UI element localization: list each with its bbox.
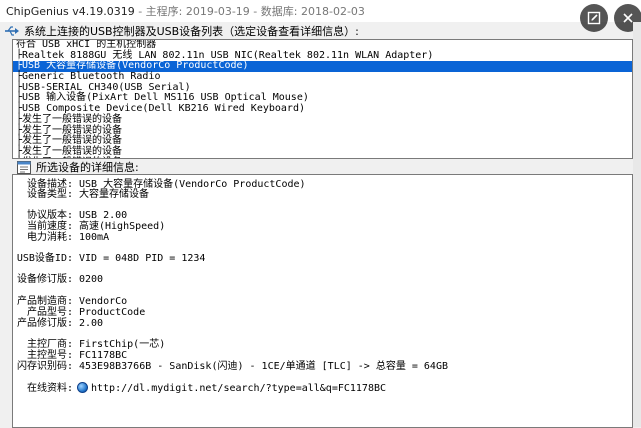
- detail-device-type: 设备类型: 大容量存储设备: [26, 189, 149, 200]
- tree-device-item[interactable]: ├发生了一般错误的设备: [13, 114, 632, 126]
- details-header: 所选设备的详细信息:: [0, 159, 139, 175]
- tree-device-item[interactable]: ├发生了一般错误的设备: [13, 146, 632, 158]
- details-icon: [16, 160, 32, 174]
- usb-icon: [4, 24, 20, 38]
- detail-online-info: 在线资料: http://dl.mydigit.net/search/?type=…: [26, 382, 387, 394]
- globe-icon: [77, 382, 88, 393]
- window-scrollbar[interactable]: [633, 22, 641, 427]
- app-name: ChipGenius v4.19.0319: [6, 5, 135, 18]
- detail-usb-id: USB设备ID: VID = 048D PID = 1234: [16, 253, 206, 264]
- detail-product-revision: 产品修订版: 2.00: [16, 318, 104, 329]
- device-tree[interactable]: 符合 USB xHCI 的主机控制器 ├Realtek 8188GU 无线 LAN…: [12, 39, 633, 159]
- device-details[interactable]: 设备描述: USB 大容量存储设备(VendorCo ProductCode) 设…: [12, 174, 633, 428]
- detail-revision: 设备修订版: 0200: [16, 274, 104, 285]
- online-info-link[interactable]: http://dl.mydigit.net/search/?type=all&q…: [91, 383, 386, 394]
- detail-power: 电力消耗: 100mA: [26, 232, 110, 243]
- build-date: 主程序: 2019-03-19: [145, 5, 250, 18]
- window-title: ChipGenius v4.19.0319 - 主程序: 2019-03-19 …: [6, 5, 365, 18]
- title-bar: ChipGenius v4.19.0319 - 主程序: 2019-03-19 …: [0, 0, 641, 22]
- device-list-header: 系统上连接的USB控制器及USB设备列表（选定设备查看详细信息）:: [0, 23, 359, 39]
- detail-flash-id: 闪存识别码: 453E98B3766B - SanDisk(闪迪) - 1CE/单…: [16, 361, 448, 372]
- edit-button[interactable]: [580, 4, 608, 32]
- edit-icon: [587, 11, 601, 25]
- db-date: 数据库: 2018-02-03: [260, 5, 365, 18]
